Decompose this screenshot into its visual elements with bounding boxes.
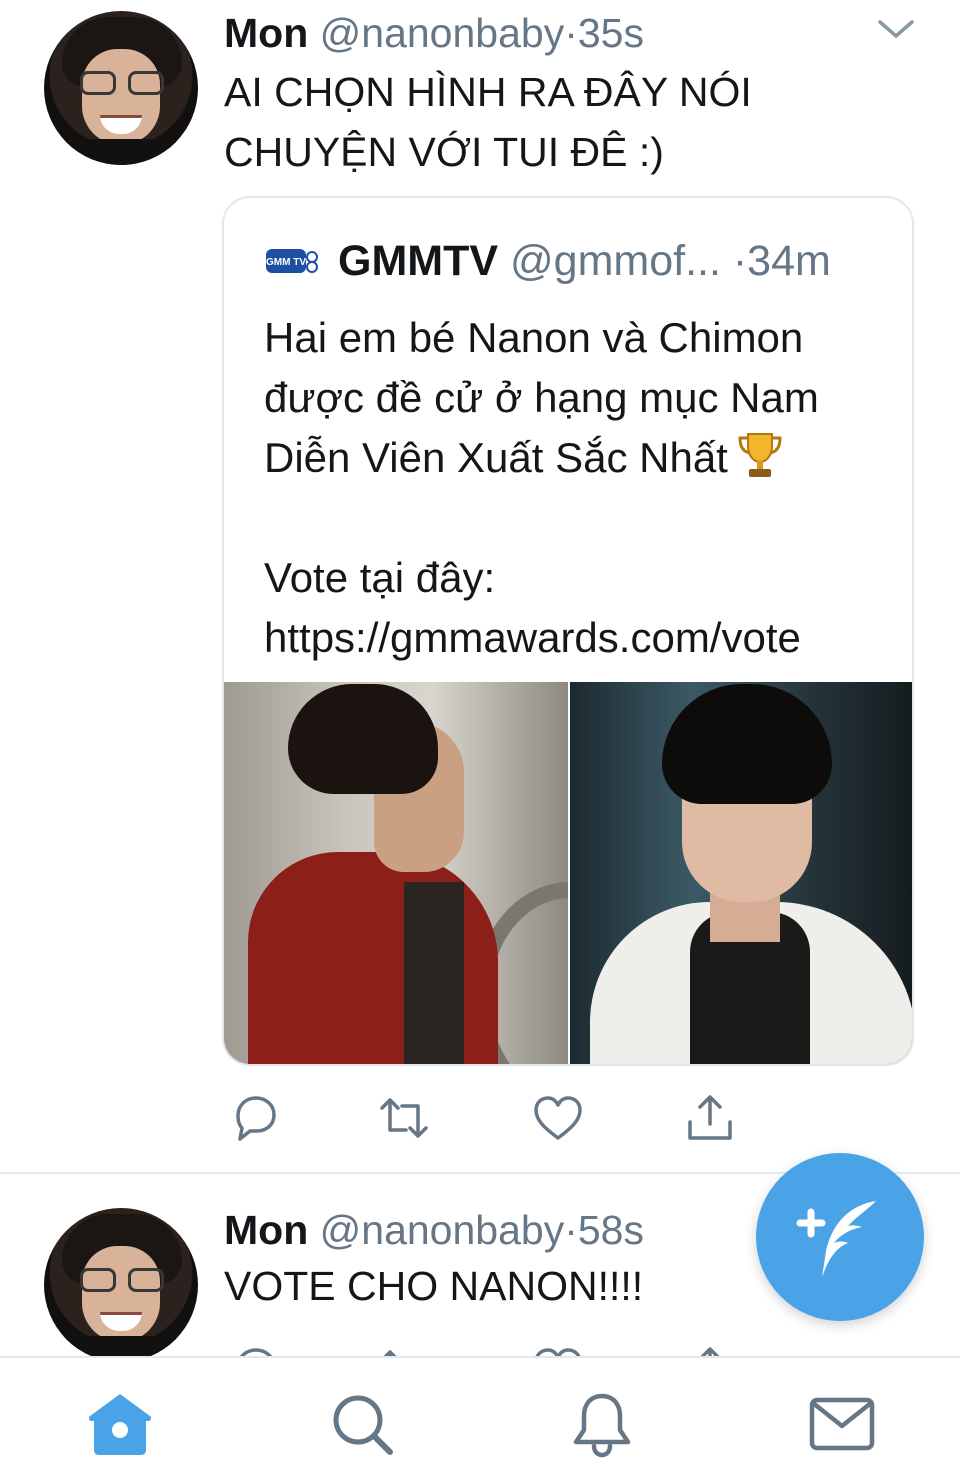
avatar[interactable]	[44, 11, 198, 165]
messages-icon	[809, 1397, 875, 1451]
quoted-header: GMMTV @gmmof... ·34m	[338, 236, 831, 286]
reply-icon[interactable]	[228, 1090, 284, 1146]
tweet[interactable]: Mon @nanonbaby·35s AI CHỌN HÌNH RA ĐÂY N…	[0, 0, 960, 1174]
quoted-tweet[interactable]: GMM TV GMMTV @gmmof... ·34m Hai em bé Na…	[222, 196, 914, 1066]
retweet-icon[interactable]	[376, 1342, 432, 1356]
retweet-icon[interactable]	[376, 1090, 432, 1146]
tab-messages[interactable]	[806, 1388, 878, 1460]
tweet-header: Mon @nanonbaby·35s	[224, 9, 644, 57]
tweet-header: Mon @nanonbaby·58s	[224, 1206, 644, 1254]
quoted-author-name[interactable]: GMMTV	[338, 237, 498, 285]
tweet-actions	[224, 1342, 754, 1356]
reply-icon[interactable]	[228, 1342, 284, 1356]
vote-link[interactable]: https://gmmawards.com/vote	[264, 614, 801, 661]
search-icon	[333, 1395, 393, 1455]
avatar[interactable]	[44, 1208, 198, 1356]
author-name[interactable]: Mon	[224, 1207, 308, 1253]
home-icon	[88, 1394, 152, 1455]
photo-red-jacket[interactable]	[224, 682, 568, 1064]
author-name[interactable]: Mon	[224, 10, 308, 56]
tab-bar	[0, 1356, 960, 1467]
tab-home[interactable]	[84, 1388, 156, 1460]
share-icon[interactable]	[682, 1342, 738, 1356]
photo-white-jacket[interactable]	[570, 682, 912, 1064]
media-grid	[224, 682, 912, 1064]
share-icon[interactable]	[682, 1090, 738, 1146]
gmmtv-logo-icon: GMM TV	[266, 249, 318, 273]
author-handle[interactable]: @nanonbaby	[320, 1207, 565, 1253]
compose-tweet-button[interactable]	[756, 1153, 924, 1321]
separator-dot: ·	[564, 1207, 578, 1253]
tweet-timestamp: 58s	[577, 1207, 644, 1253]
tab-notifications[interactable]	[566, 1388, 638, 1460]
separator-dot: ·	[564, 10, 578, 56]
twitter-timeline: Mon @nanonbaby·35s AI CHỌN HÌNH RA ĐÂY N…	[0, 0, 960, 1467]
author-handle[interactable]: @nanonbaby	[320, 10, 565, 56]
notifications-icon	[573, 1393, 631, 1458]
tweet-timestamp: 35s	[577, 10, 644, 56]
like-icon[interactable]	[530, 1090, 586, 1146]
trophy-icon	[738, 433, 782, 477]
tab-search[interactable]	[326, 1388, 398, 1460]
like-icon[interactable]	[530, 1342, 586, 1356]
quoted-text: Hai em bé Nanon và Chimon được đề cử ở h…	[264, 308, 894, 668]
quoted-timestamp: ·34m	[732, 237, 831, 285]
compose-tweet-icon	[796, 1201, 876, 1277]
tweet-actions	[224, 1090, 754, 1150]
chevron-down-icon[interactable]	[876, 14, 916, 44]
gmmtv-logo-text: GMM TV	[266, 257, 306, 268]
vote-label: Vote tại đây:	[264, 554, 496, 601]
tweet-text: AI CHỌN HÌNH RA ĐÂY NÓI CHUYỆN VỚI TUI Đ…	[224, 69, 752, 175]
quoted-author-handle[interactable]: @gmmof...	[510, 237, 721, 285]
